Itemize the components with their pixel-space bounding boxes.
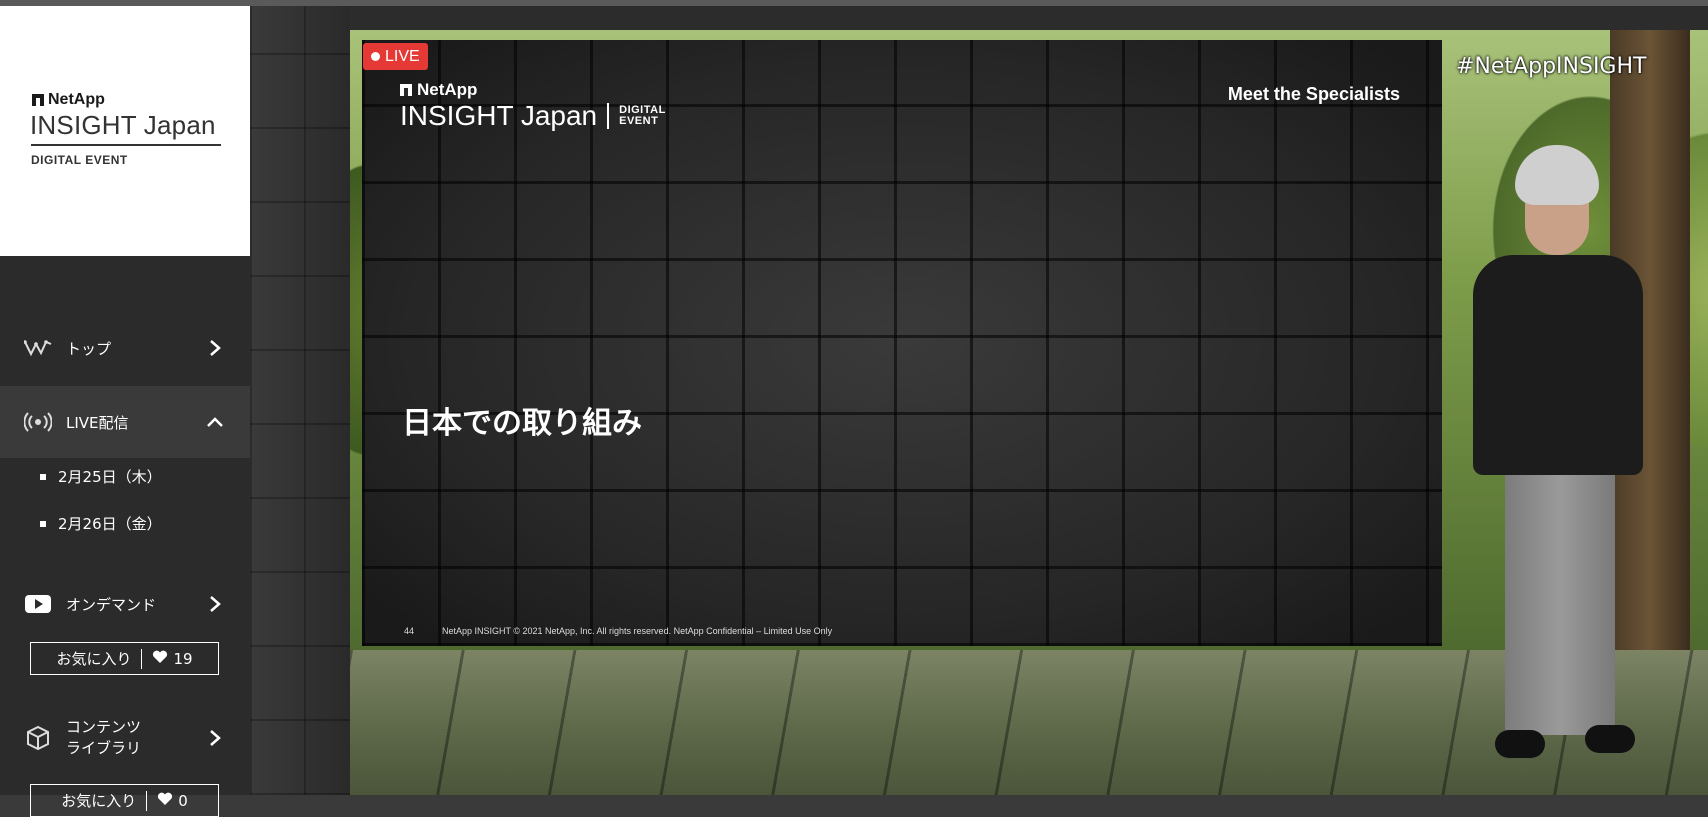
- sidebar: NetApp INSIGHT Japan DIGITAL EVENT トップ L…: [0, 6, 250, 817]
- logo-divider: [607, 103, 610, 129]
- presenter-shoe-left: [1495, 730, 1545, 758]
- library-label-line2: ライブラリ: [66, 739, 142, 757]
- live-dot-icon: [371, 52, 380, 61]
- logo-divider: [31, 144, 221, 146]
- slide-event: DIGITAL EVENT: [619, 105, 666, 127]
- broadcast-icon: [24, 410, 52, 434]
- bullet-icon: [40, 473, 46, 480]
- event-logo[interactable]: NetApp INSIGHT Japan DIGITAL EVENT: [0, 6, 250, 256]
- cube-icon: [24, 725, 52, 751]
- sidebar-item-label: コンテンツ ライブラリ: [66, 717, 141, 759]
- logo-subtitle: DIGITAL EVENT: [31, 153, 128, 167]
- sidebar-item-library[interactable]: コンテンツ ライブラリ: [0, 714, 250, 762]
- favorites-count: 19: [173, 649, 193, 668]
- video-player[interactable]: NetApp INSIGHT Japan DIGITAL EVENT Meet …: [350, 30, 1708, 795]
- divider: [146, 790, 148, 811]
- slide-title: 日本での取り組み: [402, 406, 642, 441]
- heart-icon: [157, 792, 173, 810]
- live-badge: LIVE: [363, 43, 428, 70]
- favorites-label: お気に入り: [56, 650, 132, 668]
- slide-netapp-logo: NetApp: [400, 80, 477, 100]
- chevron-up-icon: [205, 412, 225, 432]
- sidebar-subitem-feb25[interactable]: 2月25日（木）: [40, 466, 162, 487]
- slide-product: INSIGHT Japan: [400, 100, 598, 131]
- background-cubes: [250, 6, 350, 795]
- slide-footer: NetApp INSIGHT © 2021 NetApp, Inc. All r…: [442, 626, 833, 636]
- favorites-label: お気に入り: [61, 792, 137, 810]
- slide-heading: Meet the Specialists: [1227, 84, 1400, 104]
- divider: [141, 648, 143, 669]
- netapp-mark-icon: [32, 94, 44, 106]
- presenter-legs: [1505, 465, 1615, 735]
- slide-product-logo: INSIGHT Japan DIGITAL EVENT: [400, 100, 666, 132]
- favorites-button-ondemand[interactable]: お気に入り 19: [30, 642, 219, 675]
- library-label-line1: コンテンツ: [66, 718, 142, 736]
- sidebar-item-label: オンデマンド: [66, 595, 157, 614]
- sidebar-subitem-label: 2月26日（金）: [58, 515, 162, 533]
- sidebar-subitem-feb26[interactable]: 2月26日（金）: [40, 513, 162, 534]
- sidebar-item-ondemand[interactable]: オンデマンド: [0, 586, 250, 622]
- sidebar-subitem-label: 2月25日（木）: [58, 468, 162, 486]
- sidebar-item-label: LIVE配信: [66, 413, 129, 432]
- main-stage: NetApp INSIGHT Japan DIGITAL EVENT Meet …: [250, 6, 1708, 795]
- youtube-play-icon: [24, 592, 52, 616]
- slide-page-number: 44: [404, 626, 415, 636]
- logo-product: INSIGHT Japan: [30, 110, 216, 140]
- presenter-figure: [1455, 145, 1655, 785]
- slide-event-line2: EVENT: [619, 115, 659, 127]
- slide-brand: NetApp: [417, 80, 478, 99]
- sidebar-item-live[interactable]: LIVE配信: [0, 386, 250, 458]
- live-badge-label: LIVE: [385, 47, 420, 65]
- sidebar-item-label: トップ: [66, 339, 112, 358]
- logo-brand: NetApp: [48, 91, 105, 108]
- sidebar-item-top[interactable]: トップ: [0, 330, 250, 366]
- chevron-right-icon: [205, 594, 225, 614]
- hashtag-overlay: #NetAppINSIGHT: [1456, 54, 1647, 79]
- netapp-logo: NetApp: [32, 91, 105, 109]
- bullet-icon: [40, 520, 46, 527]
- chevron-right-icon: [205, 728, 225, 748]
- presenter-shoe-right: [1585, 725, 1635, 753]
- presentation-slide: NetApp INSIGHT Japan DIGITAL EVENT Meet …: [362, 40, 1442, 646]
- chevron-right-icon: [205, 338, 225, 358]
- presenter-hair: [1515, 145, 1599, 205]
- favorites-count: 0: [178, 791, 188, 810]
- netapp-mark-icon: [400, 84, 412, 96]
- favorites-button-library[interactable]: お気に入り 0: [30, 784, 219, 817]
- presenter-torso: [1473, 255, 1643, 475]
- heart-icon: [152, 650, 168, 668]
- activity-icon: [24, 336, 52, 360]
